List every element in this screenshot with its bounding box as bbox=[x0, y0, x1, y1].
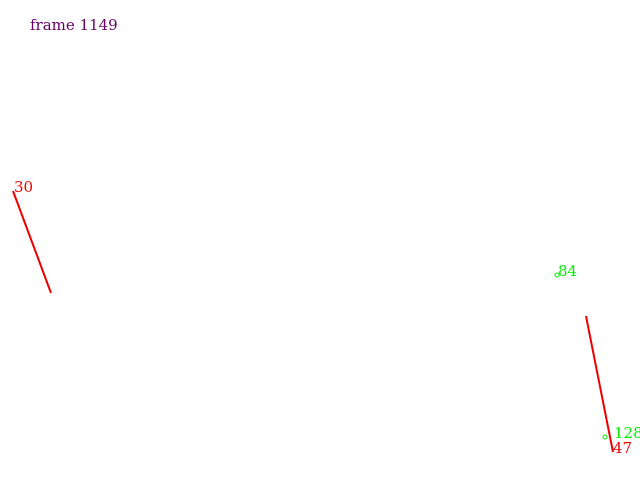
point-84: 84 bbox=[554, 262, 577, 280]
point-84-label: 84 bbox=[558, 262, 577, 280]
point-128-label: 128 bbox=[614, 424, 640, 442]
point-128-marker bbox=[602, 434, 608, 440]
track-47-segment bbox=[585, 315, 614, 453]
track-30-label: 30 bbox=[14, 178, 33, 196]
track-30: 30 bbox=[12, 178, 52, 294]
frame-label: frame 1149 bbox=[30, 16, 118, 34]
track-30-segment bbox=[12, 190, 52, 294]
frame-canvas: frame 1149 30 47 84 128 bbox=[12, 16, 640, 457]
